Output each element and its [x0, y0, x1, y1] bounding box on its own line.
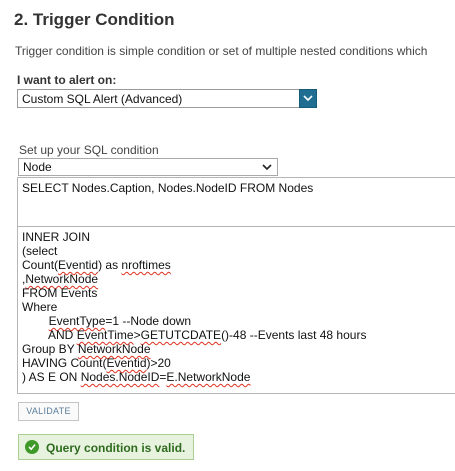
sql-line: EventType=1 --Node down — [48, 314, 192, 328]
section-title: 2. Trigger Condition — [14, 10, 175, 29]
object-type-value: Node — [23, 160, 52, 174]
sql-select-clause: SELECT Nodes.Caption, Nodes.NodeID FROM … — [22, 181, 314, 195]
chevron-down-icon — [262, 164, 272, 171]
sql-condition-label: Set up your SQL condition — [19, 143, 159, 157]
sql-line: (select — [22, 244, 58, 258]
sql-line: ) AS E ON Nodes.NodeID=E.NetworkNode — [22, 370, 251, 384]
alert-type-select[interactable]: Custom SQL Alert (Advanced) — [17, 89, 317, 108]
validation-message: Query condition is valid. — [46, 441, 186, 455]
chevron-down-icon — [303, 95, 313, 102]
sql-line: FROM Events — [22, 286, 98, 300]
sql-condition-editor[interactable]: INNER JOIN (select Count(Eventid) as nro… — [17, 226, 455, 394]
object-type-select[interactable]: Node — [18, 158, 278, 176]
alert-type-dropdown-button[interactable] — [299, 89, 317, 108]
sql-line: Where — [22, 300, 58, 314]
section-description: Trigger condition is simple condition or… — [15, 44, 428, 58]
alert-type-value: Custom SQL Alert (Advanced) — [22, 92, 183, 106]
sql-line: Group BY NetworkNode — [22, 342, 151, 356]
sql-line: ,NetworkNode — [22, 272, 99, 286]
sql-line: HAVING Count(Eventid)>20 — [22, 356, 171, 370]
validation-status-badge: Query condition is valid. — [18, 434, 194, 460]
sql-line: AND EventTime>GETUTCDATE()-48 --Events l… — [22, 328, 367, 342]
checkmark-circle-icon — [25, 440, 39, 454]
sql-line: INNER JOIN — [22, 230, 91, 244]
sql-line: Count(Eventid) as nroftimes — [22, 258, 171, 272]
validate-button[interactable]: VALIDATE — [18, 402, 79, 421]
alert-on-label: I want to alert on: — [17, 73, 117, 87]
sql-select-clause-box: SELECT Nodes.Caption, Nodes.NodeID FROM … — [17, 177, 455, 227]
